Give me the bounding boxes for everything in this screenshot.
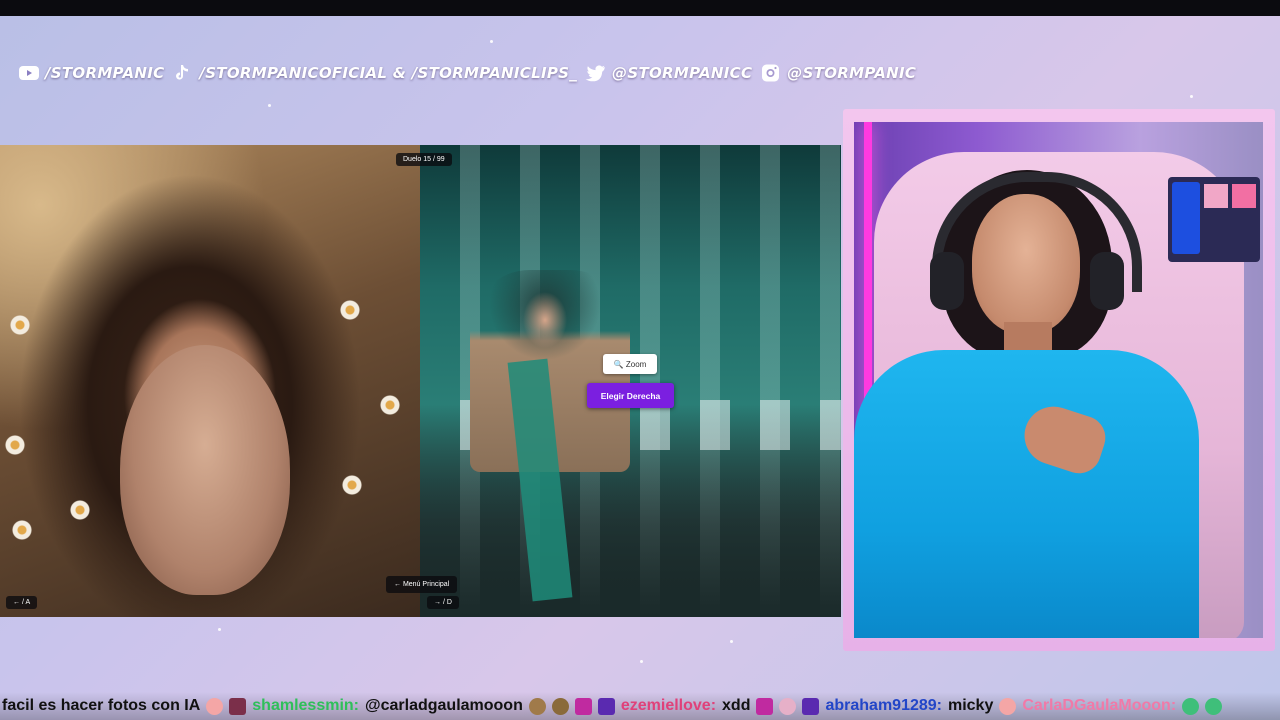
shelf-item [1172, 182, 1200, 254]
emote-icon [1205, 697, 1223, 715]
chat-message: xdd [722, 697, 751, 714]
blue-shirt [854, 350, 1199, 638]
badge-icon [802, 697, 820, 715]
daisy-decoration [12, 520, 32, 540]
emote-icon [1182, 697, 1200, 715]
daisy-decoration [5, 435, 25, 455]
left-key-hint: ← / A [6, 596, 38, 609]
social-tiktok: /STORMPANICOFICIAL & /STORMPANICLIPS_ [172, 64, 577, 82]
headset-earcup [1090, 252, 1124, 310]
chat-message: micky [947, 697, 994, 714]
emote-icon [229, 697, 247, 715]
left-choice-image[interactable] [0, 145, 420, 617]
right-key-hint: → / D [427, 596, 459, 609]
daisy-decoration [340, 300, 360, 320]
social-handles-bar: /STORMPANIC /STORMPANICOFICIAL & /STORMP… [18, 60, 916, 86]
chat-message: @carladgaulamooon [365, 697, 523, 714]
chat-username[interactable]: ezemiellove: [621, 697, 716, 715]
sparkle-decoration [268, 104, 271, 107]
social-youtube: /STORMPANIC [18, 64, 164, 82]
sparkle-decoration [730, 640, 733, 643]
top-letterbox [0, 0, 1280, 16]
duel-counter: Duelo 15 / 99 [396, 153, 452, 166]
webcam-feed [854, 122, 1263, 638]
emote-icon [206, 697, 224, 715]
sparkle-decoration [490, 40, 493, 43]
daisy-decoration [380, 395, 400, 415]
instagram-icon [760, 64, 782, 82]
heart-badge-icon [574, 697, 592, 715]
sparkle-decoration [218, 628, 221, 631]
sparkle-decoration [640, 660, 643, 663]
emote-icon [551, 697, 569, 715]
social-label: /STORMPANICOFICIAL & /STORMPANICLIPS_ [199, 64, 578, 82]
emote-icon [779, 697, 797, 715]
daisy-decoration [10, 315, 30, 335]
social-label: @STORMPANICC [612, 64, 753, 82]
shelf-item [1204, 184, 1228, 208]
twitter-icon [585, 64, 607, 82]
youtube-icon [18, 64, 40, 82]
chat-message: facil es hacer fotos con IA [2, 697, 201, 714]
choose-right-button[interactable]: Elegir Derecha [587, 383, 674, 408]
sparkle-decoration [1190, 95, 1193, 98]
social-label: /STORMPANIC [45, 64, 165, 82]
heart-badge-icon [756, 697, 774, 715]
chat-username[interactable]: CarlaDGaulaMooon: [1022, 697, 1176, 715]
emote-icon [999, 697, 1017, 715]
emote-icon [528, 697, 546, 715]
chat-ticker: facil es hacer fotos con IA shamlessmin:… [0, 692, 1280, 720]
badge-icon [597, 697, 615, 715]
shelf-item [1232, 184, 1256, 208]
tiktok-icon [172, 64, 194, 82]
headset-earcup [930, 252, 964, 310]
chat-username[interactable]: shamlessmin: [252, 697, 359, 715]
zoom-button[interactable]: 🔍 Zoom [603, 354, 657, 374]
social-label: @STORMPANIC [787, 64, 917, 82]
social-twitter: @STORMPANICC [585, 64, 752, 82]
daisy-decoration [342, 475, 362, 495]
social-instagram: @STORMPANIC [760, 64, 916, 82]
main-menu-button[interactable]: ← Menú Principal [386, 576, 458, 593]
image-duel-game [0, 145, 841, 617]
portrait-face [120, 345, 290, 595]
chat-username[interactable]: abraham91289: [825, 697, 942, 715]
daisy-decoration [70, 500, 90, 520]
